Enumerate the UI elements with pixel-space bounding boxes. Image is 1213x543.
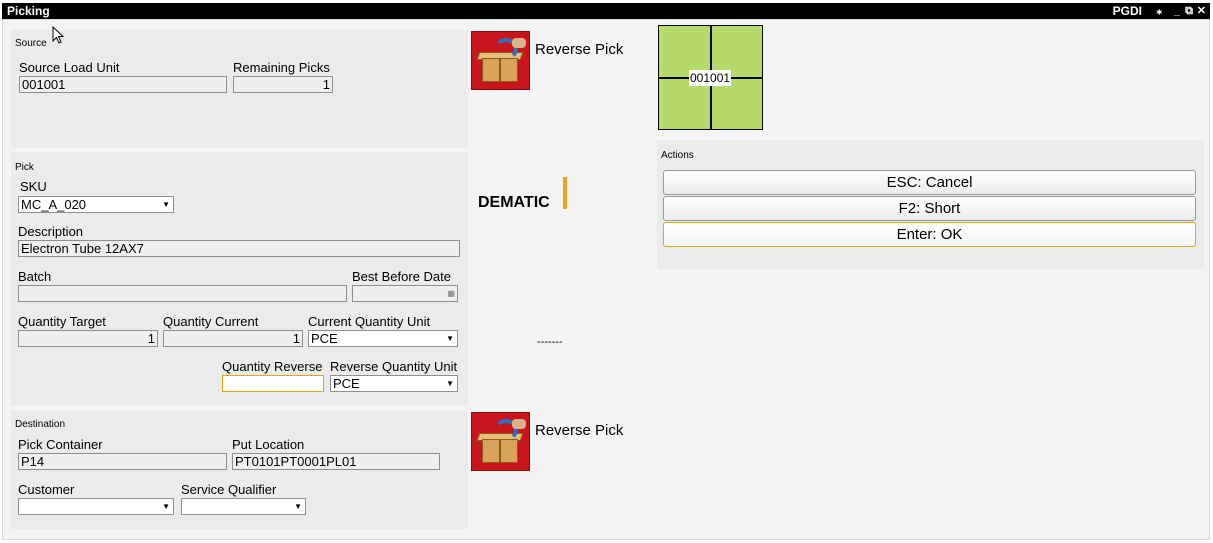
- reverse-pick-bottom-icon[interactable]: [471, 412, 530, 471]
- current-unit-value: PCE: [311, 331, 338, 346]
- put-location-label: Put Location: [232, 437, 305, 452]
- window-title: Picking: [7, 4, 50, 18]
- qty-target-field[interactable]: 1: [18, 330, 158, 347]
- qty-target-label: Quantity Target: [18, 314, 106, 329]
- short-button[interactable]: F2: Short: [663, 196, 1196, 221]
- minimize-icon[interactable]: _: [1174, 3, 1180, 19]
- qty-current-label: Quantity Current: [163, 314, 259, 329]
- location-tile-label: 001001: [689, 70, 732, 86]
- source-load-unit-label: Source Load Unit: [19, 60, 120, 75]
- pin-icon[interactable]: ⁎: [1157, 3, 1163, 19]
- pick-panel-title: Pick: [15, 162, 34, 173]
- sku-select[interactable]: MC_A_020 ▼: [18, 196, 174, 213]
- chevron-down-icon: ▼: [446, 379, 454, 388]
- chevron-down-icon: ▼: [294, 502, 302, 511]
- service-qualifier-select[interactable]: ▼: [181, 498, 306, 515]
- remaining-picks-label: Remaining Picks: [233, 60, 330, 75]
- cancel-button[interactable]: ESC: Cancel: [663, 170, 1196, 195]
- calendar-icon[interactable]: ▦: [447, 286, 455, 301]
- app-name: PGDI: [1112, 4, 1142, 18]
- description-label: Description: [18, 224, 84, 239]
- reverse-pick-bottom-label[interactable]: Reverse Pick: [535, 422, 623, 439]
- best-before-field[interactable]: ▦: [352, 285, 458, 302]
- pick-panel: Pick SKU MC_A_020 ▼ Description Electron…: [11, 152, 468, 406]
- dematic-logo: DEMATIC: [478, 194, 550, 211]
- title-bar: Picking PGDI ⁎ _ ⧉ ✕: [2, 3, 1210, 19]
- chevron-down-icon: ▼: [162, 502, 170, 511]
- best-before-label: Best Before Date: [352, 269, 451, 284]
- reverse-pick-top-label[interactable]: Reverse Pick: [535, 41, 623, 58]
- reverse-unit-select[interactable]: PCE ▼: [330, 375, 458, 392]
- source-panel-title: Source: [15, 38, 47, 49]
- sku-value: MC_A_020: [21, 197, 87, 212]
- chevron-down-icon: ▼: [162, 200, 170, 209]
- qty-reverse-label: Quantity Reverse: [222, 359, 323, 374]
- pick-container-label: Pick Container: [18, 437, 103, 452]
- restore-icon[interactable]: ⧉: [1185, 3, 1193, 19]
- actions-panel-title: Actions: [661, 150, 694, 161]
- customer-select[interactable]: ▼: [18, 498, 174, 515]
- brand-accent-bar: [563, 177, 567, 209]
- location-tile[interactable]: 001001: [658, 25, 763, 130]
- reverse-pick-top-icon[interactable]: [471, 31, 530, 90]
- remaining-picks-field[interactable]: 1: [233, 76, 333, 93]
- put-location-field[interactable]: PT0101PT0001PL01: [232, 453, 440, 470]
- description-field[interactable]: Electron Tube 12AX7: [18, 240, 460, 257]
- separator-dashes: -------: [537, 336, 563, 348]
- current-unit-select[interactable]: PCE ▼: [308, 330, 458, 347]
- chevron-down-icon: ▼: [446, 334, 454, 343]
- service-qualifier-label: Service Qualifier: [181, 482, 277, 497]
- current-unit-label: Current Quantity Unit: [308, 314, 431, 329]
- customer-label: Customer: [18, 482, 75, 497]
- cursor-icon: [52, 26, 65, 44]
- destination-panel: Destination Pick Container P14 Put Locat…: [11, 410, 468, 529]
- source-panel: Source Source Load Unit 001001 Remaining…: [11, 30, 468, 148]
- reverse-unit-value: PCE: [333, 376, 360, 391]
- source-load-unit-field[interactable]: 001001: [19, 76, 227, 93]
- ok-button[interactable]: Enter: OK: [663, 222, 1196, 247]
- sku-label: SKU: [20, 179, 47, 194]
- picking-window: Source Source Load Unit 001001 Remaining…: [2, 19, 1210, 540]
- qty-reverse-field[interactable]: [222, 375, 324, 392]
- qty-current-field[interactable]: 1: [163, 330, 303, 347]
- close-icon[interactable]: ✕: [1197, 3, 1206, 19]
- destination-panel-title: Destination: [15, 419, 66, 430]
- pick-container-field[interactable]: P14: [18, 453, 227, 470]
- batch-label: Batch: [18, 269, 52, 284]
- reverse-unit-label: Reverse Quantity Unit: [330, 359, 458, 374]
- batch-field[interactable]: [18, 285, 347, 302]
